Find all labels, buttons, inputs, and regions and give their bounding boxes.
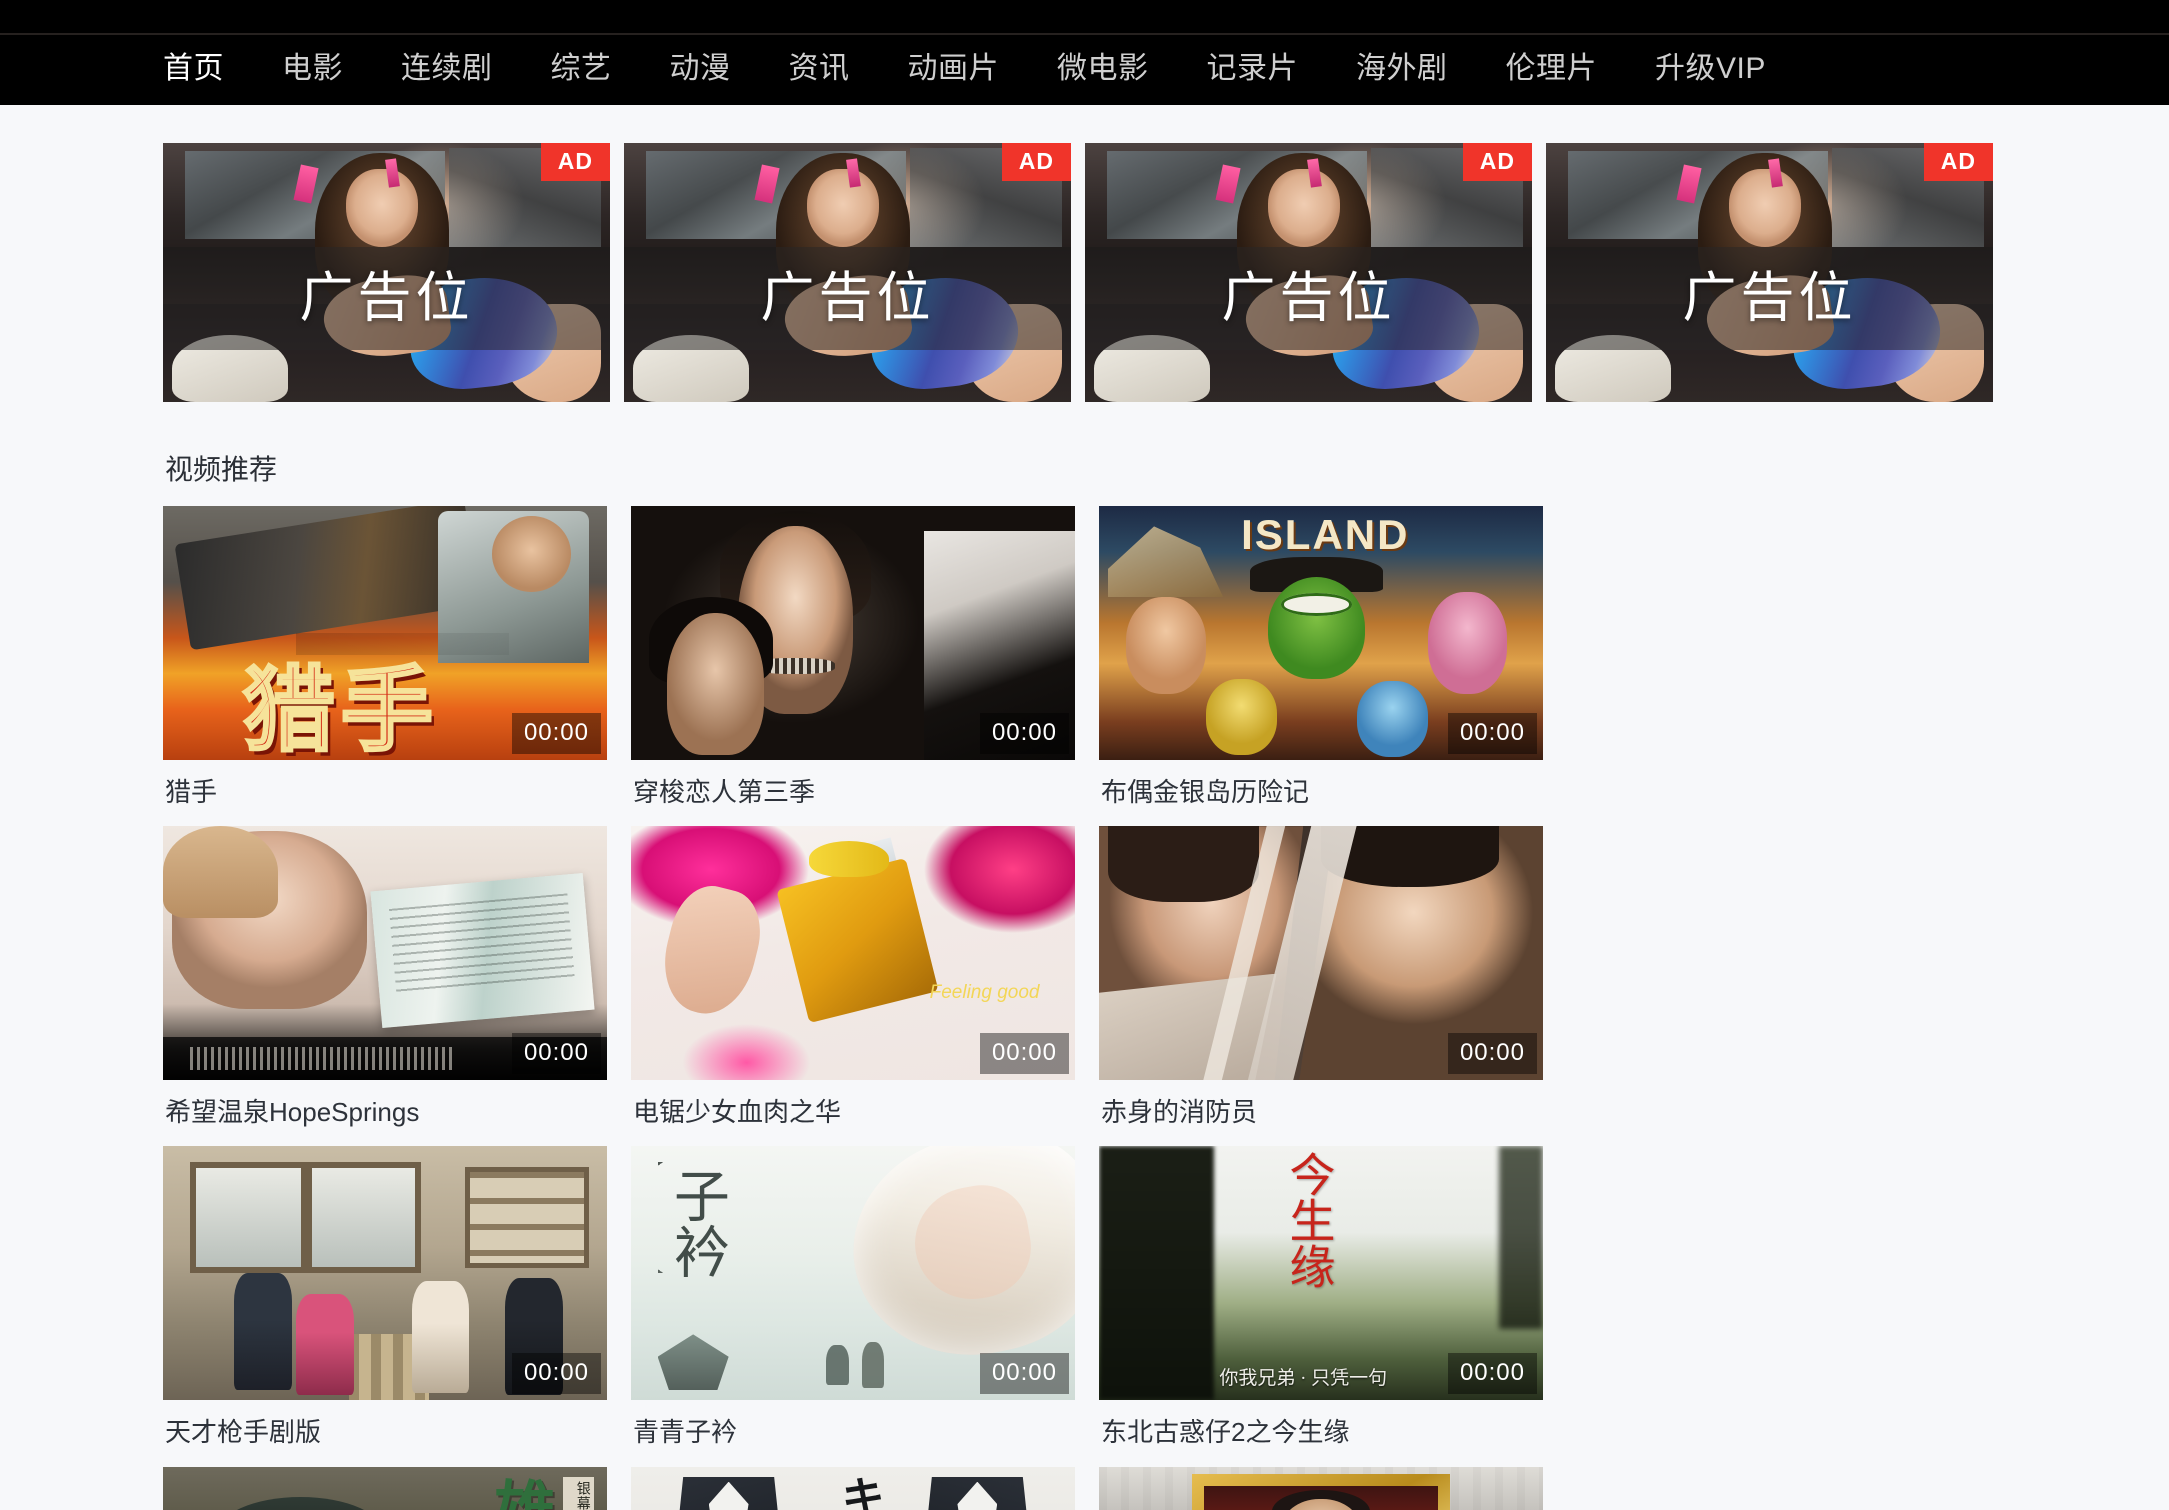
ad-caption-band: 广告位 [1085,246,1532,351]
ad-banner-strip: 广告位 AD 广告位 AD 广告位 AD 广告位 AD [163,105,2006,402]
video-card[interactable]: 00:00国王制造者 [1099,1466,1543,1510]
video-card[interactable]: 00:00 电锯少女血肉之华 [631,826,1075,1128]
video-grid: 00:00 猎手 00:00 穿梭恋人第三季 00:00 布偶金银岛历险记 00:00 希望温… [163,506,2006,1510]
ad-caption: 广告位 [1221,268,1396,329]
page-content: 广告位 AD 广告位 AD 广告位 AD 广告位 AD 视频推荐 00:00 猎手 00:00 穿梭… [0,105,2169,1510]
video-card[interactable]: 00:00 布偶金银岛历险记 [1099,506,1543,808]
video-title[interactable]: 青青子衿 [631,1400,1075,1448]
ad-caption: 广告位 [760,268,935,329]
video-thumbnail[interactable]: 00:00 [631,506,1075,760]
nav-item-10[interactable]: 伦理片 [1506,54,1598,84]
ad-banner[interactable]: 广告位 AD [1085,143,1532,402]
video-title[interactable]: 穿梭恋人第三季 [631,760,1075,808]
video-title[interactable]: 天才枪手剧版 [163,1400,607,1448]
nav-item-2[interactable]: 连续剧 [401,54,493,84]
main-nav: 首页 电影 连续剧 综艺 动漫 资讯 动画片 微电影 记录片 海外剧 伦理片 升级VIP [0,33,2169,105]
ad-banner[interactable]: 广告位 AD [163,143,610,402]
nav-item-1[interactable]: 电影 [282,54,343,84]
video-thumbnail[interactable]: 00:00 [1099,1466,1543,1510]
video-card[interactable]: 00:00双雄会[上集] [163,1466,607,1510]
video-card[interactable]: 00:00彬与瑛 [631,1466,1075,1510]
duration-badge: 00:00 [979,1033,1069,1075]
video-card[interactable]: 00:00 猎手 [163,506,607,808]
video-title[interactable]: 布偶金银岛历险记 [1099,760,1543,808]
ad-caption-band: 广告位 [163,246,610,351]
ad-banner[interactable]: 广告位 AD [624,143,1071,402]
video-thumbnail[interactable]: 00:00 [631,1466,1075,1510]
nav-item-4[interactable]: 动漫 [670,54,731,84]
nav-item-11[interactable]: 升级VIP [1655,54,1766,84]
duration-badge: 00:00 [1447,1353,1537,1395]
video-title[interactable]: 东北古惑仔2之今生缘 [1099,1400,1543,1448]
video-title[interactable]: 电锯少女血肉之华 [631,1080,1075,1128]
ad-banner[interactable]: 广告位 AD [1546,143,1993,402]
video-title[interactable]: 猎手 [163,760,607,808]
video-thumbnail[interactable]: 00:00 [163,826,607,1081]
poster-image [163,1466,607,1510]
ad-caption-band: 广告位 [624,246,1071,351]
nav-item-9[interactable]: 海外剧 [1356,54,1448,84]
ad-badge: AD [540,143,610,181]
video-thumbnail[interactable]: 00:00 [163,1146,607,1401]
nav-item-6[interactable]: 动画片 [908,54,1000,84]
poster-image [1099,1466,1543,1510]
video-card[interactable]: 00:00 青青子衿 [631,1146,1075,1448]
video-thumbnail[interactable]: 00:00 [1099,506,1543,760]
video-thumbnail[interactable]: 00:00 [1099,826,1543,1081]
page-title: 视频推荐 [165,454,278,485]
nav-item-5[interactable]: 资讯 [789,54,850,84]
top-navigation-bar: 首页 电影 连续剧 综艺 动漫 资讯 动画片 微电影 记录片 海外剧 伦理片 升级VIP [0,0,2169,105]
nav-item-8[interactable]: 记录片 [1207,54,1299,84]
ad-badge: AD [1001,143,1071,181]
video-thumbnail[interactable]: 00:00 [163,1466,607,1510]
nav-item-0[interactable]: 首页 [163,54,224,84]
ad-caption-band: 广告位 [1546,246,1993,351]
video-card[interactable]: 00:00 赤身的消防员 [1099,826,1543,1128]
video-title[interactable]: 希望温泉HopeSprings [163,1080,607,1128]
duration-badge: 00:00 [979,1353,1069,1395]
video-card[interactable]: 00:00 穿梭恋人第三季 [631,506,1075,808]
video-thumbnail[interactable]: 00:00 [631,1146,1075,1401]
nav-item-7[interactable]: 微电影 [1057,54,1149,84]
duration-badge: 00:00 [1447,713,1537,754]
ad-badge: AD [1923,143,1993,181]
duration-badge: 00:00 [979,713,1069,754]
duration-badge: 00:00 [511,1353,601,1395]
video-thumbnail[interactable]: 你我兄弟 · 只凭一句00:00 [1099,1146,1543,1401]
poster-image [631,1466,1075,1510]
video-title[interactable]: 赤身的消防员 [1099,1080,1543,1128]
nav-item-3[interactable]: 综艺 [551,54,612,84]
ad-badge: AD [1462,143,1532,181]
video-card[interactable]: 00:00 希望温泉HopeSprings [163,826,607,1128]
video-card[interactable]: 00:00 天才枪手剧版 [163,1146,607,1448]
ad-caption: 广告位 [299,268,474,329]
duration-badge: 00:00 [1447,1033,1537,1075]
video-thumbnail[interactable]: 00:00 [631,826,1075,1081]
duration-badge: 00:00 [511,1033,601,1075]
duration-badge: 00:00 [511,713,601,754]
video-thumbnail[interactable]: 00:00 [163,506,607,760]
ad-caption: 广告位 [1682,268,1857,329]
video-card[interactable]: 你我兄弟 · 只凭一句00:00东北古惑仔2之今生缘 [1099,1146,1543,1448]
